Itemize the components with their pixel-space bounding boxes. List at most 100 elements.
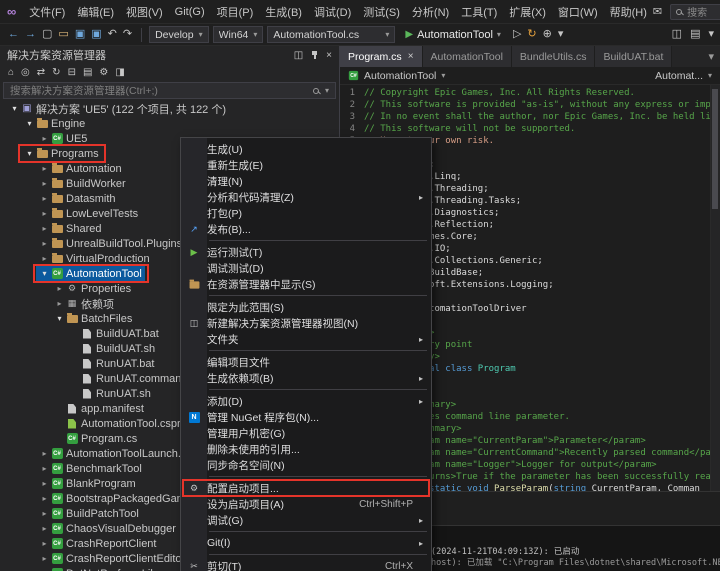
tab-bundleutils-cs[interactable]: BundleUtils.cs xyxy=(512,46,596,67)
open-folder-icon[interactable]: ▭ xyxy=(58,29,68,40)
back-icon[interactable]: ← xyxy=(8,29,19,40)
context-menu-item-n[interactable]: 清理(N) xyxy=(181,173,431,189)
context-menu-item-g[interactable]: 管理用户机密(G) xyxy=(181,425,431,441)
context-menu-item-a[interactable]: 设为启动项目(A)Ctrl+Shift+P xyxy=(181,496,431,512)
menu-n[interactable]: 分析(N) xyxy=(406,4,455,20)
hot-reload-icon[interactable]: ↻ xyxy=(527,29,536,40)
expand-arrow-icon[interactable]: ▸ xyxy=(39,479,50,488)
context-menu-item-d[interactable]: 添加(D)▸ xyxy=(181,393,431,409)
context-menu-item-e[interactable]: 重新生成(E) xyxy=(181,157,431,173)
run-button[interactable]: ▶ AutomationTool ▾ xyxy=(399,26,507,44)
pin-icon[interactable] xyxy=(311,50,318,60)
scope-icon[interactable]: ◎ xyxy=(21,67,30,78)
context-menu-item-g[interactable]: 调试(G)▸ xyxy=(181,512,431,528)
expand-arrow-icon[interactable]: ▸ xyxy=(39,524,50,533)
expand-arrow-icon[interactable]: ▸ xyxy=(39,209,50,218)
expand-arrow-icon[interactable]: ▸ xyxy=(39,464,50,473)
context-menu-item-p[interactable]: 打包(P) xyxy=(181,205,431,221)
collapse-arrow-icon[interactable]: ▾ xyxy=(24,119,35,128)
expand-arrow-icon[interactable]: ▸ xyxy=(39,164,50,173)
close-icon[interactable]: × xyxy=(326,50,332,61)
panel-layout-icon[interactable]: ▤ xyxy=(690,29,700,40)
expand-arrow-icon[interactable]: ▸ xyxy=(54,284,65,293)
context-menu-item-z[interactable]: 分析和代码清理(Z)▸ xyxy=(181,189,431,205)
menu-w[interactable]: 窗口(W) xyxy=(552,4,604,20)
show-all-files-icon[interactable]: ▤ xyxy=(83,67,92,78)
context-menu-item-item[interactable]: 删除未使用的引用... xyxy=(181,441,431,457)
expand-arrow-icon[interactable]: ▸ xyxy=(39,494,50,503)
expand-arrow-icon[interactable]: ▸ xyxy=(54,299,65,308)
menu-git-g[interactable]: Git(G) xyxy=(169,6,211,18)
undo-icon[interactable]: ↶ xyxy=(108,29,117,40)
context-menu-item-nuget-n[interactable]: N管理 NuGet 程序包(N)... xyxy=(181,409,431,425)
home-icon[interactable]: ⌂ xyxy=(8,67,14,78)
menu-b[interactable]: 生成(B) xyxy=(259,4,308,20)
context-menu-item-item[interactable]: ⚙配置启动项目... xyxy=(181,480,431,496)
expand-arrow-icon[interactable]: ▸ xyxy=(39,254,50,263)
tab-automationtool[interactable]: AutomationTool xyxy=(423,46,512,67)
redo-icon[interactable]: ↷ xyxy=(123,29,132,40)
menu-e[interactable]: 编辑(E) xyxy=(71,4,120,20)
context-menu-item-item[interactable]: 编辑项目文件 xyxy=(181,354,431,370)
preview-icon[interactable]: ◨ xyxy=(115,67,124,78)
expand-arrow-icon[interactable]: ▸ xyxy=(39,224,50,233)
context-menu-item-u[interactable]: 生成(U) xyxy=(181,141,431,157)
quick-search-input[interactable]: 搜索 ▾ xyxy=(670,4,720,20)
attach-icon[interactable]: ⊕ xyxy=(543,29,552,40)
close-icon[interactable]: × xyxy=(408,51,414,62)
expand-arrow-icon[interactable]: ▸ xyxy=(39,539,50,548)
context-menu-item-git-i[interactable]: Git(I)▸ xyxy=(181,535,431,551)
context-menu-item-s[interactable]: 限定为此范围(S) xyxy=(181,299,431,315)
expand-arrow-icon[interactable]: ▸ xyxy=(39,554,50,563)
multi-view-icon[interactable]: ◫ xyxy=(294,50,303,61)
tree-item-engine[interactable]: ▾Engine xyxy=(0,116,339,131)
menu-s[interactable]: 测试(S) xyxy=(357,4,406,20)
expand-arrow-icon[interactable]: ▸ xyxy=(39,239,50,248)
more-tools-icon[interactable]: ▾ xyxy=(708,29,714,40)
menu-f[interactable]: 文件(F) xyxy=(23,4,71,20)
navbar-project-select[interactable]: AutomationTool ▾ xyxy=(344,70,449,82)
save-icon[interactable]: ▣ xyxy=(75,29,85,40)
context-menu-item-n[interactable]: ◫新建解决方案资源管理器视图(N) xyxy=(181,315,431,331)
expand-arrow-icon[interactable]: ▸ xyxy=(39,179,50,188)
context-menu-item-item[interactable]: 文件夹▸ xyxy=(181,331,431,347)
expand-arrow-icon[interactable]: ▸ xyxy=(39,134,50,143)
new-file-icon[interactable]: ▢ xyxy=(42,29,52,40)
menu-p[interactable]: 项目(P) xyxy=(211,4,260,20)
expand-arrow-icon[interactable]: ▸ xyxy=(39,194,50,203)
forward-icon[interactable]: → xyxy=(25,29,36,40)
context-menu-item-n[interactable]: 同步命名空间(N) xyxy=(181,457,431,473)
configuration-select[interactable]: Develop ▾ xyxy=(149,26,209,43)
collapse-all-icon[interactable]: ⊟ xyxy=(68,67,76,78)
collapse-arrow-icon[interactable]: ▾ xyxy=(54,314,65,323)
scrollbar-thumb[interactable] xyxy=(712,89,718,209)
tab-program-cs[interactable]: Program.cs× xyxy=(340,46,423,67)
solution-search-input[interactable]: 搜索解决方案资源管理器(Ctrl+;) ▾ xyxy=(3,82,336,99)
properties-icon[interactable]: ⚙ xyxy=(99,67,108,78)
menu-d[interactable]: 调试(D) xyxy=(308,4,357,20)
sync-selection-icon[interactable]: ⇄ xyxy=(37,67,45,78)
menu-x[interactable]: 扩展(X) xyxy=(503,4,552,20)
platform-select[interactable]: Win64 ▾ xyxy=(213,26,264,43)
tree-item-ue5-122-122[interactable]: ▾▣解决方案 'UE5' (122 个项目, 共 122 个) xyxy=(0,101,339,116)
toolbar-overflow-icon[interactable]: ▾ xyxy=(558,29,564,40)
navbar-member-select[interactable]: Automat... ▾ xyxy=(651,70,716,82)
menu-h[interactable]: 帮助(H) xyxy=(604,4,653,20)
context-menu-item-s[interactable]: 在资源管理器中显示(S) xyxy=(181,276,431,292)
context-menu-item-d[interactable]: 调试测试(D) xyxy=(181,260,431,276)
tab-builduat-bat[interactable]: BuildUAT.bat xyxy=(595,46,672,67)
collapse-arrow-icon[interactable]: ▾ xyxy=(24,149,35,158)
context-menu-item-b[interactable]: 生成依赖项(B)▸ xyxy=(181,370,431,386)
expand-arrow-icon[interactable]: ▸ xyxy=(39,449,50,458)
expand-arrow-icon[interactable]: ▸ xyxy=(39,509,50,518)
menu-v[interactable]: 视图(V) xyxy=(120,4,169,20)
menu-t[interactable]: 工具(T) xyxy=(455,4,503,20)
collapse-arrow-icon[interactable]: ▾ xyxy=(39,269,50,278)
context-menu-item-t[interactable]: ▶运行测试(T) xyxy=(181,244,431,260)
tab-list-dropdown[interactable]: ▾ xyxy=(702,46,720,67)
startup-file-select[interactable]: AutomationTool.cs ▾ xyxy=(267,26,395,43)
run-no-debug-icon[interactable]: ▷ xyxy=(513,29,521,40)
send-feedback-icon[interactable]: ✉ xyxy=(653,6,662,18)
context-menu-item-b[interactable]: ↗发布(B)... xyxy=(181,221,431,237)
context-menu-item-t[interactable]: ✂剪切(T)Ctrl+X xyxy=(181,558,431,571)
